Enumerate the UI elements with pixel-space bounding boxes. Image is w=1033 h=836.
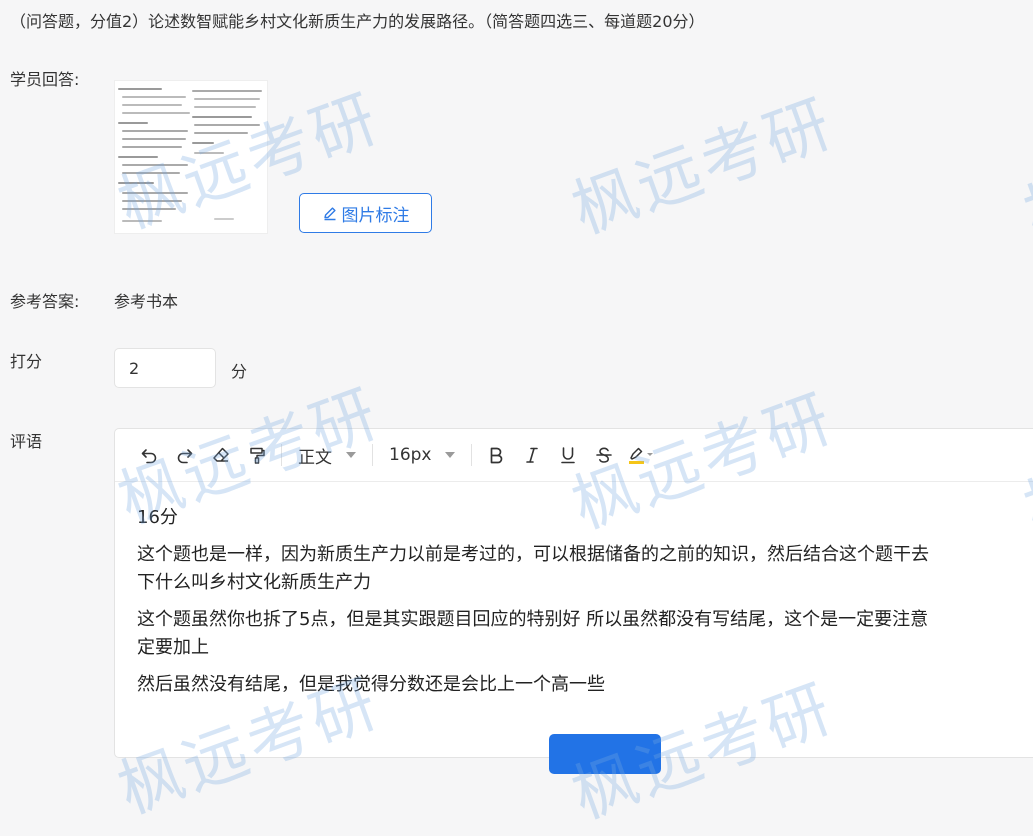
bold-icon[interactable]: [478, 437, 514, 473]
redo-icon[interactable]: [167, 437, 203, 473]
toolbar-divider: [471, 444, 473, 466]
underline-icon[interactable]: [550, 437, 586, 473]
font-size-value: 16px: [389, 445, 432, 465]
comment-label: 评语: [10, 432, 43, 451]
watermark: 枫远考研: [563, 86, 845, 249]
paragraph-style-select[interactable]: 正文: [288, 443, 366, 468]
comment-paragraph: 定要加上: [137, 637, 209, 658]
caret-down-icon: [346, 452, 356, 458]
student-answer-label: 学员回答:: [10, 70, 80, 89]
answer-image-thumbnail[interactable]: [114, 80, 268, 234]
score-label: 打分: [10, 352, 43, 371]
comment-content[interactable]: 16分 这个题也是一样，因为新质生产力以前是考过的，可以根据储备的之前的知识，然…: [115, 482, 1033, 699]
comment-rich-text-editor[interactable]: 正文 16px 16分 这个题也是一样，因为新质生产力以前是考过的，可以根据储备…: [114, 428, 1033, 758]
comment-paragraph: 这个题也是一样，因为新质生产力以前是考过的，可以根据储备的之前的知识，然后结合这…: [137, 544, 929, 565]
pencil-icon: [322, 205, 338, 221]
question-text: （问答题，分值2）论述数智赋能乡村文化新质生产力的发展路径。（简答题四选三、每道…: [10, 12, 705, 31]
reference-answer-value: 参考书本: [114, 292, 179, 311]
watermark: 枫远考研: [1015, 91, 1033, 254]
comment-paragraph: 下什么叫乡村文化新质生产力: [137, 572, 371, 593]
italic-icon[interactable]: [514, 437, 550, 473]
undo-icon[interactable]: [131, 437, 167, 473]
annotate-button-label: 图片标注: [341, 205, 410, 226]
reference-answer-label: 参考答案:: [10, 292, 80, 311]
image-annotate-button[interactable]: 图片标注: [299, 193, 432, 233]
highlight-color-icon[interactable]: [622, 437, 662, 473]
eraser-icon[interactable]: [203, 437, 239, 473]
comment-paragraph: 然后虽然没有结尾，但是我觉得分数还是会比上一个高一些: [137, 674, 605, 695]
score-input[interactable]: [114, 348, 216, 388]
paragraph-style-value: 正文: [298, 447, 332, 468]
format-painter-icon[interactable]: [239, 437, 275, 473]
comment-paragraph: 16分: [137, 507, 178, 528]
editor-toolbar: 正文 16px: [115, 429, 1033, 482]
toolbar-divider: [372, 444, 373, 466]
comment-paragraph: 这个题虽然你也拆了5点，但是其实跟题目回应的特别好 所以虽然都没有写结尾，这个是…: [137, 609, 929, 630]
strikethrough-icon[interactable]: [586, 437, 622, 473]
submit-button[interactable]: [549, 734, 661, 774]
toolbar-divider: [281, 444, 282, 466]
score-unit: 分: [231, 362, 248, 381]
caret-down-icon: [445, 452, 456, 458]
font-size-select[interactable]: 16px: [379, 445, 465, 465]
